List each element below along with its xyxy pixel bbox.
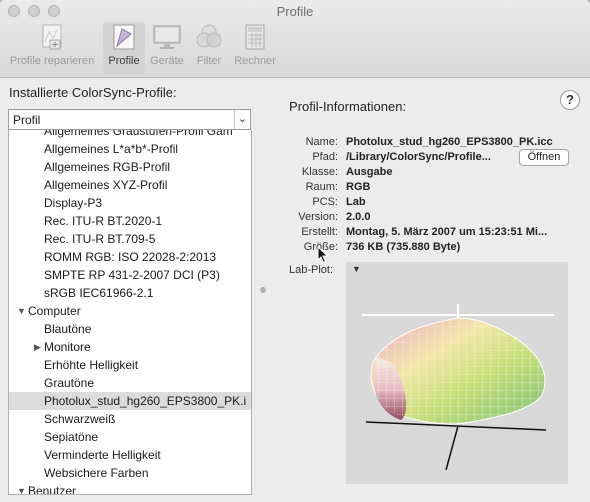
- list-item[interactable]: Allgemeines XYZ-Profil: [9, 176, 251, 194]
- devices-icon: [153, 25, 181, 49]
- list-item-label: Allgemeines L*a*b*-Profil: [44, 142, 179, 156]
- repair-profile-icon: [42, 24, 62, 50]
- installed-profiles-title: Installierte ColorSync-Profile:: [9, 85, 177, 100]
- list-item[interactable]: Grautöne: [9, 374, 251, 392]
- info-value: RGB: [346, 181, 371, 193]
- list-item[interactable]: Sepiatöne: [9, 428, 251, 446]
- filter-icon: [196, 24, 222, 48]
- list-item-label: Rec. ITU-R BT.709-5: [44, 232, 156, 246]
- disclosure-open-icon[interactable]: ▼: [17, 482, 26, 494]
- list-item[interactable]: SMPTE RP 431-2-2007 DCI (P3): [9, 266, 251, 284]
- lab-gamut-graphic: [362, 304, 554, 471]
- list-item-label: Benutzer: [28, 484, 77, 495]
- toolbar-repair-profiles[interactable]: Profile reparieren: [4, 22, 100, 74]
- info-value: 2.0.0: [346, 211, 371, 223]
- toolbar-filter[interactable]: Filter: [190, 22, 228, 74]
- list-item[interactable]: ROMM RGB: ISO 22028-2:2013: [9, 248, 251, 266]
- list-item[interactable]: Allgemeines Graustufen-Profil Gam: [9, 130, 251, 140]
- lab-plot[interactable]: [346, 262, 568, 484]
- list-group[interactable]: ▼ Benutzer: [9, 482, 251, 495]
- list-item-label: Rec. ITU-R BT.2020-1: [44, 214, 163, 228]
- info-value: Lab: [346, 196, 366, 208]
- info-label: Klasse:: [301, 166, 338, 178]
- list-item[interactable]: Allgemeines L*a*b*-Profil: [9, 140, 251, 158]
- profile-info-title: Profil-Informationen:: [289, 99, 407, 114]
- list-item-label: sRGB IEC61966-2.1: [44, 286, 154, 300]
- list-item[interactable]: Verminderte Helligkeit: [9, 446, 251, 464]
- help-button[interactable]: ?: [560, 90, 580, 110]
- list-item-label: Blautöne: [44, 322, 92, 336]
- list-group[interactable]: ▼ Computer: [9, 302, 251, 320]
- title-bar: Profile Profile reparieren Profile Gerät…: [0, 0, 590, 78]
- chevron-down-icon: ⌄: [234, 110, 250, 129]
- lab-plot-label: Lab-Plot:: [289, 264, 334, 276]
- list-item[interactable]: sRGB IEC61966-2.1: [9, 284, 251, 302]
- info-label: Pfad:: [312, 151, 338, 163]
- info-value: Ausgabe: [346, 166, 393, 178]
- list-item[interactable]: Blautöne: [9, 320, 251, 338]
- info-label: Name:: [305, 136, 338, 148]
- info-label: Erstellt:: [301, 226, 338, 238]
- list-item[interactable]: Websichere Farben: [9, 464, 251, 482]
- list-item-label: Computer: [28, 304, 81, 318]
- list-item-label: Photolux_stud_hg260_EPS3800_PK.i: [44, 394, 247, 408]
- toolbar-calculator[interactable]: Rechner: [231, 22, 279, 74]
- mouse-pointer-icon: [317, 246, 329, 264]
- list-item-label: Sepiatöne: [44, 430, 99, 444]
- toolbar-profiles[interactable]: Profile: [103, 22, 145, 74]
- list-item-label: Grautöne: [44, 376, 95, 390]
- list-item-label: SMPTE RP 431-2-2007 DCI (P3): [44, 268, 220, 282]
- list-item[interactable]: Allgemeines RGB-Profil: [9, 158, 251, 176]
- list-item-label: Allgemeines RGB-Profil: [44, 160, 171, 174]
- toolbar-label: Geräte: [150, 55, 184, 67]
- list-item-label: Erhöhte Helligkeit: [44, 358, 139, 372]
- toolbar-label: Rechner: [234, 55, 276, 67]
- profile-list[interactable]: Allgemeines Graustufen-Profil Gam Allgeme…: [8, 130, 252, 495]
- profile-view-dropdown[interactable]: Profil ⌄: [8, 109, 251, 130]
- info-value: /Library/ColorSync/Profile...: [346, 151, 491, 163]
- open-path-button[interactable]: Öffnen: [519, 149, 569, 166]
- toolbar-label: Filter: [196, 55, 222, 67]
- list-item[interactable]: Rec. ITU-R BT.2020-1: [9, 212, 251, 230]
- info-label: PCS:: [312, 196, 338, 208]
- disclosure-open-icon[interactable]: ▼: [17, 302, 26, 320]
- list-item-label: Monitore: [44, 340, 91, 354]
- list-item[interactable]: Rec. ITU-R BT.709-5: [9, 230, 251, 248]
- disclosure-closed-icon[interactable]: ▶: [34, 338, 41, 356]
- info-label: Version:: [298, 211, 338, 223]
- dropdown-value: Profil: [13, 113, 41, 127]
- info-label: Raum:: [305, 181, 338, 193]
- list-item[interactable]: Erhöhte Helligkeit: [9, 356, 251, 374]
- list-item-label: ROMM RGB: ISO 22028-2:2013: [44, 250, 217, 264]
- info-value: Photolux_stud_hg260_EPS3800_PK.icc: [346, 136, 553, 148]
- list-item-label: Websichere Farben: [44, 466, 149, 480]
- profile-window: Profile Profile reparieren Profile Gerät…: [0, 0, 590, 502]
- list-item-label: Verminderte Helligkeit: [44, 448, 161, 462]
- info-value: Montag, 5. März 2007 um 15:23:51 Mi...: [346, 226, 548, 238]
- list-item[interactable]: Display-P3: [9, 194, 251, 212]
- list-item-label: Allgemeines XYZ-Profil: [44, 178, 168, 192]
- list-item-label: Display-P3: [44, 196, 103, 210]
- list-item-label: Schwarzweiß: [44, 412, 116, 426]
- lab-plot-options-icon[interactable]: ▼: [352, 264, 361, 274]
- toolbar-label: Profile: [108, 55, 140, 67]
- list-item-label: Allgemeines Graustufen-Profil Gam: [44, 130, 233, 138]
- calculator-icon: [245, 24, 265, 50]
- toolbar-devices[interactable]: Geräte: [147, 22, 187, 74]
- window-title: Profile: [276, 4, 314, 19]
- profiles-icon: [113, 24, 135, 50]
- list-item[interactable]: Photolux_stud_hg260_EPS3800_PK.i: [9, 392, 251, 410]
- info-value: 736 KB (735.880 Byte): [346, 241, 461, 253]
- toolbar-label: Profile reparieren: [9, 55, 95, 67]
- list-item[interactable]: Schwarzweiß: [9, 410, 251, 428]
- split-view-handle[interactable]: [260, 287, 266, 293]
- list-group[interactable]: ▶ Monitore: [9, 338, 251, 356]
